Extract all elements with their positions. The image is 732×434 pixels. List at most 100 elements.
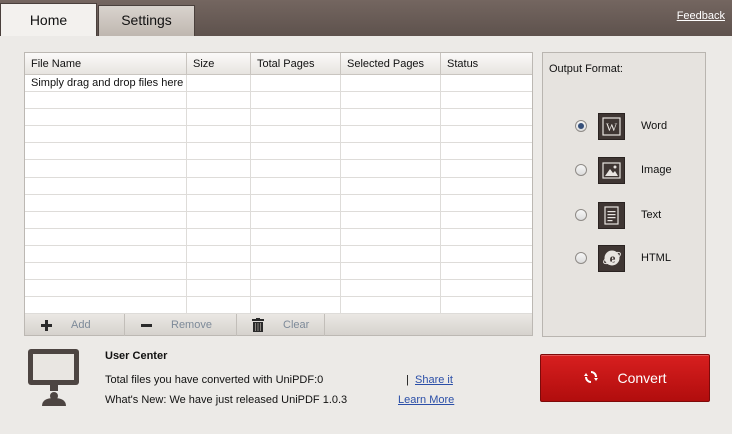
table-cell [25,228,187,245]
table-row[interactable] [25,92,532,110]
table-cell [25,245,187,263]
html-file-icon: e [598,244,625,272]
table-cell [251,92,341,109]
table-cell [187,109,251,126]
radio-selected-dot [578,123,584,129]
table-cell [251,109,341,126]
table-row[interactable] [25,245,532,264]
column-header-status[interactable]: Status [441,53,532,74]
table-cell [341,75,441,92]
add-button[interactable]: Add [25,314,125,336]
table-cell [251,194,341,211]
table-cell [25,126,187,143]
table-cell [341,109,441,126]
table-cell [25,92,187,109]
table-cell [441,109,532,125]
user-center-monitor-icon [27,348,81,409]
remove-button[interactable]: Remove [125,314,237,336]
table-cell [251,177,341,194]
table-cell [341,143,441,160]
radio-button[interactable] [575,209,587,221]
table-cell [341,160,441,177]
table-cell [341,177,441,194]
table-cell [341,92,441,109]
table-cell [251,263,341,280]
table-row[interactable] [25,126,532,144]
table-row[interactable] [25,263,532,281]
table-row[interactable] [25,160,532,178]
output-option-image[interactable]: Image [575,156,672,184]
table-row[interactable] [25,177,532,195]
table-row[interactable]: Simply drag and drop files here [25,75,532,93]
column-header-file-name[interactable]: File Name [25,53,187,74]
file-table[interactable]: File Name Size Total Pages Selected Page… [24,52,533,315]
table-row[interactable] [25,228,532,246]
table-row[interactable] [25,280,532,298]
column-header-selected-pages[interactable]: Selected Pages [341,53,441,74]
table-row[interactable] [25,194,532,212]
table-cell [251,143,341,160]
table-cell [25,143,187,160]
table-cell [25,280,187,297]
table-cell [251,75,341,92]
output-option-text[interactable]: Text [575,201,661,229]
table-cell [441,160,532,176]
table-cell [187,263,251,280]
radio-button[interactable] [575,120,587,132]
drag-drop-hint: Simply drag and drop files here [25,75,187,92]
column-header-size[interactable]: Size [187,53,251,74]
table-cell [441,143,532,159]
table-cell [251,160,341,177]
trash-icon [251,318,265,332]
table-cell [25,194,187,211]
whats-new-text: What's New: We have just released UniPDF… [105,394,348,406]
remove-label: Remove [171,319,212,331]
text-file-icon [598,201,625,229]
table-body[interactable]: Simply drag and drop files here [25,75,532,315]
table-cell [441,229,532,245]
output-option-word[interactable]: W Word [575,112,667,140]
table-cell [187,211,251,228]
convert-button[interactable]: Convert [540,354,710,402]
table-cell [251,280,341,297]
radio-button[interactable] [575,164,587,176]
tab-home[interactable]: Home [0,3,97,36]
table-cell [341,263,441,280]
table-cell [341,297,441,314]
table-cell [187,245,251,263]
clear-button[interactable]: Clear [237,314,325,336]
table-cell [251,126,341,143]
output-option-html[interactable]: e HTML [575,244,671,272]
table-cell [25,297,187,314]
table-row[interactable] [25,297,532,315]
table-cell [441,246,532,262]
table-header: File Name Size Total Pages Selected Page… [25,53,532,75]
table-cell [25,160,187,177]
table-cell [441,178,532,194]
clear-label: Clear [283,319,310,331]
table-cell [187,177,251,194]
table-row[interactable] [25,143,532,161]
table-cell [187,126,251,143]
table-row[interactable] [25,109,532,127]
share-it-link[interactable]: Share it [415,374,453,386]
table-cell [441,92,532,108]
table-cell [441,297,532,313]
table-cell [441,126,532,142]
table-row[interactable] [25,211,532,229]
add-label: Add [71,319,91,331]
table-cell [251,228,341,245]
column-header-total-pages[interactable]: Total Pages [251,53,341,74]
table-cell [251,297,341,314]
table-cell [25,109,187,126]
converted-count-text: Total files you have converted with UniP… [105,374,324,386]
table-cell [341,126,441,143]
feedback-link[interactable]: Feedback [677,10,725,22]
table-cell [441,212,532,228]
tab-settings[interactable]: Settings [98,5,195,36]
radio-button[interactable] [575,252,587,264]
learn-more-link[interactable]: Learn More [398,394,454,406]
output-option-label: Text [641,209,662,221]
table-cell [25,263,187,280]
table-cell [341,280,441,297]
